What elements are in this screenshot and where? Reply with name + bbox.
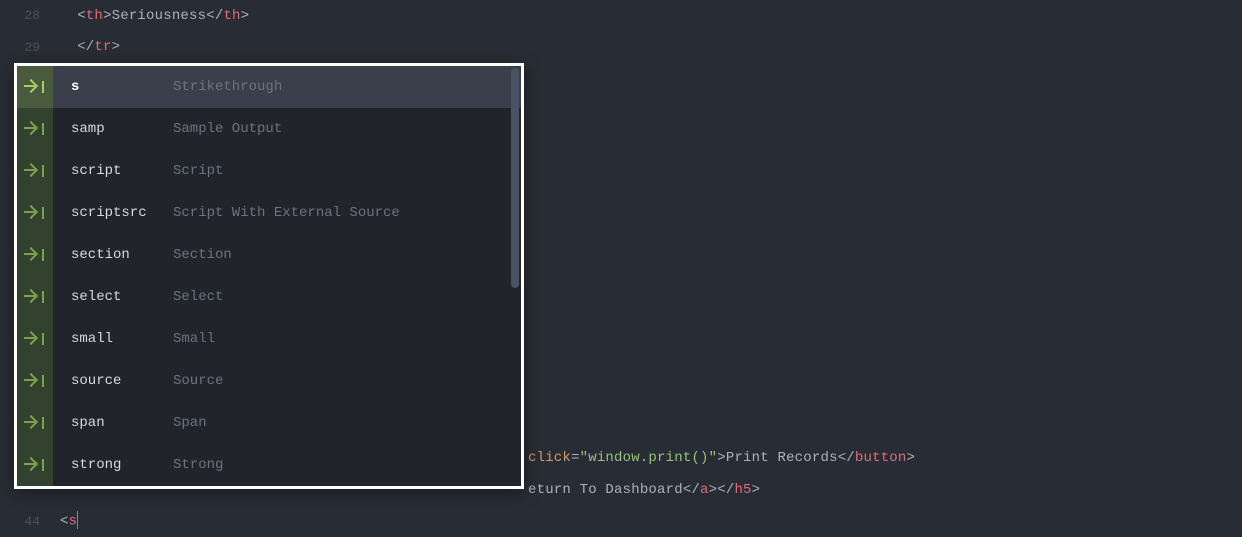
snippet-icon — [17, 276, 53, 318]
code-content[interactable]: </tr> — [60, 39, 120, 55]
autocomplete-item-samp[interactable]: sampSample Output — [17, 108, 521, 150]
autocomplete-item-description: Span — [173, 415, 521, 431]
snippet-icon — [17, 234, 53, 276]
autocomplete-item-description: Source — [173, 373, 521, 389]
snippet-icon — [17, 360, 53, 402]
text-cursor — [77, 511, 78, 529]
autocomplete-item-select[interactable]: selectSelect — [17, 276, 521, 318]
autocomplete-item-description: Select — [173, 289, 521, 305]
code-content[interactable]: click="window.print()">Print Records</bu… — [528, 450, 915, 466]
snippet-icon — [17, 444, 53, 486]
autocomplete-item-s[interactable]: sStrikethrough — [17, 66, 521, 108]
code-line[interactable]: 28 <th>Seriousness</th> — [0, 0, 1242, 32]
line-number: 44 — [0, 514, 60, 529]
autocomplete-item-name: script — [53, 163, 173, 179]
code-content[interactable]: <th>Seriousness</th> — [60, 8, 249, 24]
snippet-icon — [17, 150, 53, 192]
autocomplete-item-name: small — [53, 331, 173, 347]
autocomplete-item-description: Sample Output — [173, 121, 521, 137]
code-content[interactable]: eturn To Dashboard</a></h5> — [528, 482, 760, 498]
autocomplete-item-name: span — [53, 415, 173, 431]
autocomplete-item-script[interactable]: scriptScript — [17, 150, 521, 192]
snippet-icon — [17, 318, 53, 360]
autocomplete-item-source[interactable]: sourceSource — [17, 360, 521, 402]
snippet-icon — [17, 66, 53, 108]
snippet-icon — [17, 402, 53, 444]
autocomplete-item-name: s — [53, 79, 173, 95]
autocomplete-item-description: Strikethrough — [173, 79, 521, 95]
autocomplete-item-name: strong — [53, 457, 173, 473]
line-number: 29 — [0, 40, 60, 55]
autocomplete-popup: sStrikethroughsampSample OutputscriptScr… — [14, 63, 524, 489]
code-line[interactable]: 29 </tr> — [0, 32, 1242, 64]
code-line[interactable]: 44<s — [0, 506, 1242, 537]
autocomplete-item-small[interactable]: smallSmall — [17, 318, 521, 360]
snippet-icon — [17, 192, 53, 234]
autocomplete-item-strong[interactable]: strongStrong — [17, 444, 521, 486]
autocomplete-item-description: Script — [173, 163, 521, 179]
autocomplete-item-section[interactable]: sectionSection — [17, 234, 521, 276]
code-content[interactable]: <s — [60, 512, 78, 530]
autocomplete-item-name: section — [53, 247, 173, 263]
autocomplete-item-description: Script With External Source — [173, 205, 521, 221]
autocomplete-item-description: Strong — [173, 457, 521, 473]
autocomplete-item-scriptsrc[interactable]: scriptsrcScript With External Source — [17, 192, 521, 234]
autocomplete-item-span[interactable]: spanSpan — [17, 402, 521, 444]
autocomplete-item-name: samp — [53, 121, 173, 137]
autocomplete-item-description: Section — [173, 247, 521, 263]
autocomplete-item-name: scriptsrc — [53, 205, 173, 221]
autocomplete-item-name: select — [53, 289, 173, 305]
line-number: 28 — [0, 8, 60, 23]
autocomplete-item-name: source — [53, 373, 173, 389]
autocomplete-scrollbar[interactable] — [511, 68, 519, 288]
snippet-icon — [17, 108, 53, 150]
autocomplete-item-description: Small — [173, 331, 521, 347]
